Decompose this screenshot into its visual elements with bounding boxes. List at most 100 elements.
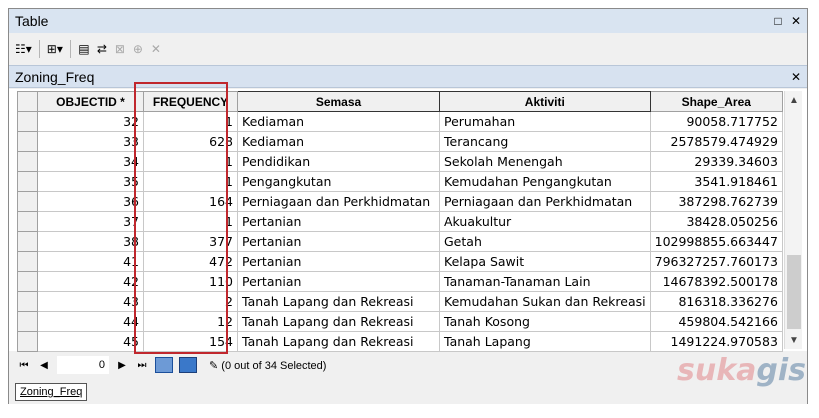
cell-objectid[interactable]: 35	[37, 171, 144, 192]
clear-selection-icon[interactable]: ⊠	[112, 39, 128, 59]
cell-objectid[interactable]: 42	[37, 271, 144, 292]
cell-shape-area[interactable]: 796327257.760173	[649, 251, 783, 272]
row-selector[interactable]	[17, 231, 38, 252]
table-row[interactable]: 45 154 Tanah Lapang dan Rekreasi Tanah Lapa…	[17, 331, 783, 352]
cell-semasa[interactable]: Pendidikan	[237, 151, 440, 172]
cell-frequency[interactable]: 1	[143, 171, 238, 192]
cell-frequency[interactable]: 2	[143, 291, 238, 312]
row-selector[interactable]	[17, 151, 38, 172]
row-selector[interactable]	[17, 271, 38, 292]
cell-aktiviti[interactable]: Kelapa Sawit	[439, 251, 651, 272]
row-selector[interactable]	[17, 211, 38, 232]
cell-aktiviti[interactable]: Perumahan	[439, 111, 651, 132]
cell-objectid[interactable]: 38	[37, 231, 144, 252]
cell-frequency[interactable]: 110	[143, 271, 238, 292]
cell-shape-area[interactable]: 90058.717752	[649, 111, 783, 132]
delete-selected-icon[interactable]: ✕	[148, 39, 164, 59]
close-icon[interactable]: ✕	[789, 14, 803, 28]
column-header-aktiviti[interactable]: Aktiviti	[439, 91, 651, 112]
cell-shape-area[interactable]: 14678392.500178	[649, 271, 783, 292]
cell-shape-area[interactable]: 3541.918461	[649, 171, 783, 192]
row-selector[interactable]	[17, 171, 38, 192]
table-options-icon[interactable]: ☷▾	[13, 39, 34, 59]
cell-aktiviti[interactable]: Tanah Kosong	[439, 311, 651, 332]
cell-objectid[interactable]: 36	[37, 191, 144, 212]
cell-frequency[interactable]: 1	[143, 211, 238, 232]
cell-shape-area[interactable]: 459804.542166	[649, 311, 783, 332]
table-row[interactable]: 34 1 Pendidikan Sekolah Menengah 29339.34603	[17, 151, 783, 172]
cell-aktiviti[interactable]: Tanaman-Tanaman Lain	[439, 271, 651, 292]
scroll-thumb[interactable]	[787, 255, 801, 329]
cell-aktiviti[interactable]: Tanah Lapang	[439, 331, 651, 352]
cell-objectid[interactable]: 34	[37, 151, 144, 172]
cell-aktiviti[interactable]: Terancang	[439, 131, 651, 152]
cell-frequency[interactable]: 154	[143, 331, 238, 352]
table-row[interactable]: 35 1 Pengangkutan Kemudahan Pengangkutan 354…	[17, 171, 783, 192]
table-row[interactable]: 41 472 Pertanian Kelapa Sawit 796327257.7601…	[17, 251, 783, 272]
cell-shape-area[interactable]: 387298.762739	[649, 191, 783, 212]
switch-selection-icon[interactable]: ⇄	[94, 39, 110, 59]
show-selected-records-button[interactable]	[179, 357, 197, 373]
row-selector[interactable]	[17, 251, 38, 272]
column-header-shape-area[interactable]: Shape_Area	[649, 91, 783, 112]
cell-shape-area[interactable]: 29339.34603	[649, 151, 783, 172]
cell-frequency[interactable]: 377	[143, 231, 238, 252]
cell-aktiviti[interactable]: Kemudahan Pengangkutan	[439, 171, 651, 192]
next-record-icon[interactable]: ▶	[115, 360, 129, 371]
cell-frequency[interactable]: 628	[143, 131, 238, 152]
vertical-scrollbar[interactable]: ▲ ▼	[784, 91, 802, 349]
bottom-tab-zoning-freq[interactable]: Zoning_Freq	[15, 383, 88, 401]
table-row[interactable]: 33 628 Kediaman Terancang 2578579.474929	[17, 131, 783, 152]
select-by-attributes-icon[interactable]: ▤	[76, 39, 92, 59]
cell-semasa[interactable]: Pengangkutan	[237, 171, 440, 192]
table-row[interactable]: 36 164 Perniagaan dan Perkhidmatan Perniaga…	[17, 191, 783, 212]
cell-frequency[interactable]: 12	[143, 311, 238, 332]
cell-shape-area[interactable]: 38428.050256	[649, 211, 783, 232]
cell-objectid[interactable]: 33	[37, 131, 144, 152]
cell-shape-area[interactable]: 102998855.663447	[649, 231, 783, 252]
table-row[interactable]: 32 1 Kediaman Perumahan 90058.717752	[17, 111, 783, 132]
row-selector[interactable]	[17, 131, 38, 152]
cell-frequency[interactable]: 1	[143, 151, 238, 172]
cell-semasa[interactable]: Kediaman	[237, 111, 440, 132]
row-selector[interactable]	[17, 311, 38, 332]
cell-objectid[interactable]: 45	[37, 331, 144, 352]
show-all-records-button[interactable]	[155, 357, 173, 373]
cell-aktiviti[interactable]: Kemudahan Sukan dan Rekreasi	[439, 291, 651, 312]
related-tables-icon[interactable]: ⊞▾	[45, 39, 65, 59]
cell-semasa[interactable]: Tanah Lapang dan Rekreasi	[237, 331, 440, 352]
cell-frequency[interactable]: 1	[143, 111, 238, 132]
row-selector[interactable]	[17, 291, 38, 312]
cell-frequency[interactable]: 472	[143, 251, 238, 272]
cell-objectid[interactable]: 32	[37, 111, 144, 132]
row-selector[interactable]	[17, 191, 38, 212]
cell-semasa[interactable]: Pertanian	[237, 211, 440, 232]
previous-record-icon[interactable]: ◀	[37, 360, 51, 371]
cell-frequency[interactable]: 164	[143, 191, 238, 212]
current-record-field[interactable]: 0	[57, 356, 109, 374]
row-selector[interactable]	[17, 331, 38, 352]
cell-aktiviti[interactable]: Getah	[439, 231, 651, 252]
cell-aktiviti[interactable]: Akuakultur	[439, 211, 651, 232]
scroll-down-icon[interactable]: ▼	[785, 331, 803, 349]
column-header-semasa[interactable]: Semasa	[237, 91, 440, 112]
table-row[interactable]: 37 1 Pertanian Akuakultur 38428.050256	[17, 211, 783, 232]
last-record-icon[interactable]: ⏭	[135, 360, 149, 371]
scroll-up-icon[interactable]: ▲	[785, 91, 803, 109]
cell-aktiviti[interactable]: Perniagaan dan Perkhidmatan	[439, 191, 651, 212]
cell-semasa[interactable]: Pertanian	[237, 231, 440, 252]
table-row[interactable]: 42 110 Pertanian Tanaman-Tanaman Lain 146783…	[17, 271, 783, 292]
cell-semasa[interactable]: Pertanian	[237, 271, 440, 292]
cell-semasa[interactable]: Pertanian	[237, 251, 440, 272]
column-header-frequency[interactable]: FREQUENCY	[143, 91, 238, 112]
cell-shape-area[interactable]: 1491224.970583	[649, 331, 783, 352]
cell-objectid[interactable]: 41	[37, 251, 144, 272]
column-header-objectid[interactable]: OBJECTID *	[37, 91, 144, 112]
cell-semasa[interactable]: Tanah Lapang dan Rekreasi	[237, 311, 440, 332]
close-tab-icon[interactable]: ✕	[789, 70, 803, 84]
restore-icon[interactable]: □	[771, 14, 785, 28]
cell-shape-area[interactable]: 2578579.474929	[649, 131, 783, 152]
cell-aktiviti[interactable]: Sekolah Menengah	[439, 151, 651, 172]
table-row[interactable]: 44 12 Tanah Lapang dan Rekreasi Tanah Koson…	[17, 311, 783, 332]
first-record-icon[interactable]: ⏮	[17, 360, 31, 371]
